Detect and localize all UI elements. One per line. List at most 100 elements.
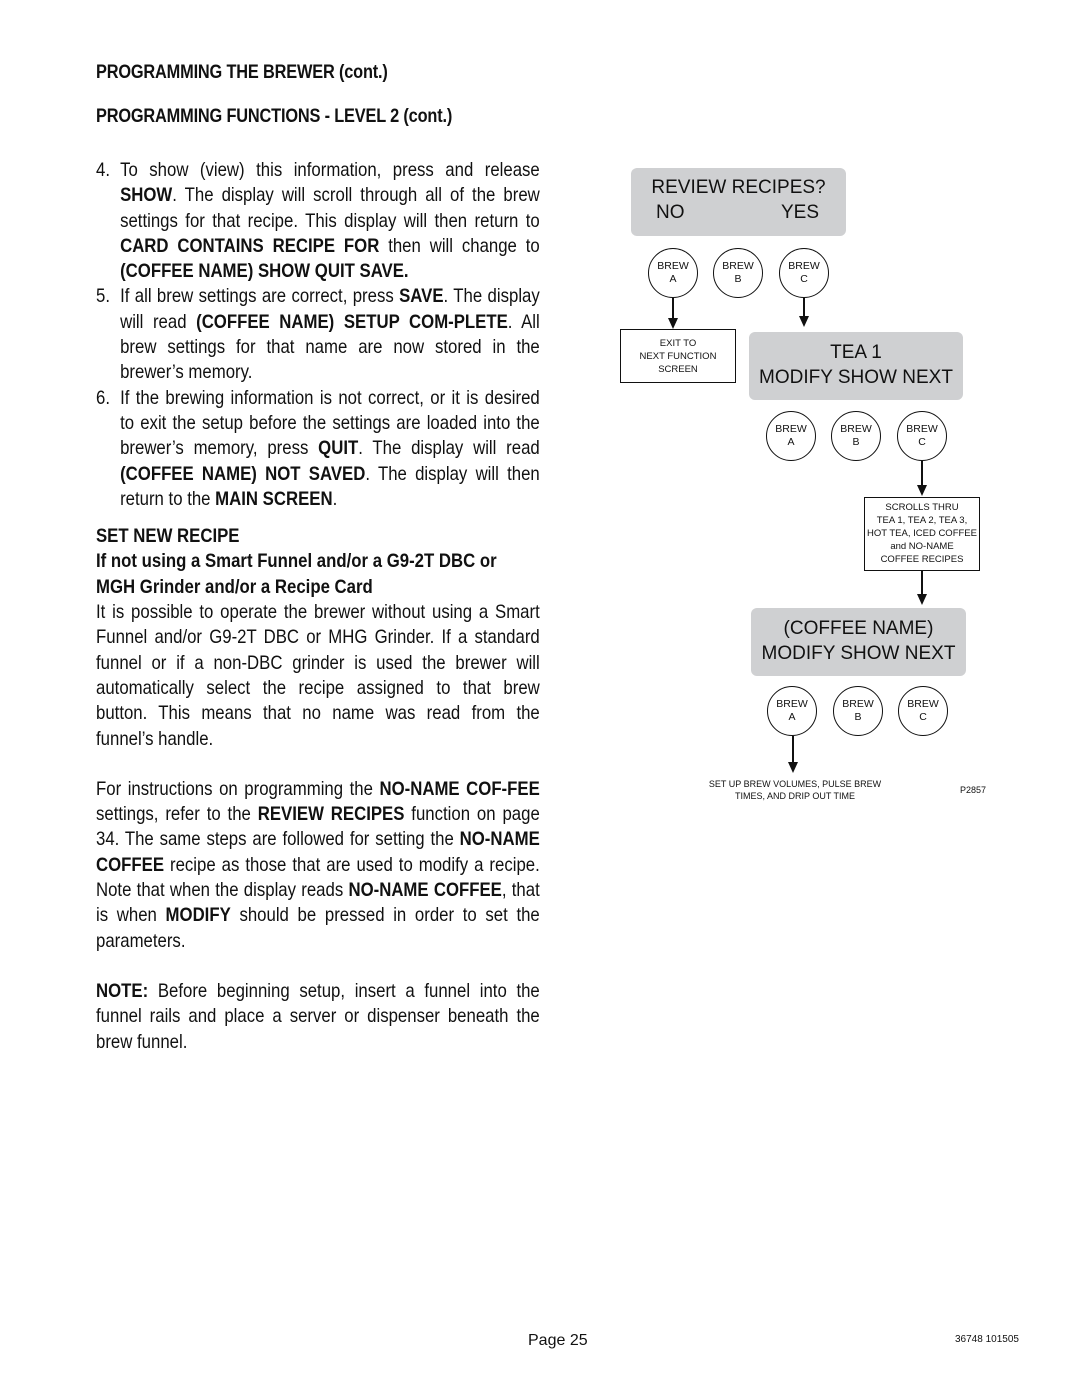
page-number: Page 25 (528, 1332, 588, 1349)
text-run: Before beginning setup, insert a funnel … (96, 979, 540, 1053)
tea-display: TEA 1 MODIFY SHOW NEXT (749, 332, 963, 400)
arrow-down-icon (917, 594, 927, 605)
exit-box-line: SCREEN (658, 364, 698, 375)
brew-a-button[interactable]: BREW A (766, 411, 816, 461)
brew-letter: B (854, 711, 862, 723)
brew-a-button[interactable]: BREW A (767, 686, 817, 736)
bold-term: NOTE: (96, 979, 149, 1002)
bold-term: SAVE (399, 285, 444, 308)
brew-b-button[interactable]: BREW B (831, 411, 881, 461)
step-number: 6. (96, 386, 110, 409)
text-run: . The display will read (358, 437, 540, 460)
no-name-coffee-paragraph: For instructions on programming the NO-N… (96, 777, 540, 954)
bold-term: NO-NAME COF-FEE (379, 777, 540, 800)
note-paragraph: NOTE: Before beginning setup, insert a f… (96, 979, 540, 1055)
tea-display-line2: MODIFY SHOW NEXT (759, 367, 953, 388)
text-run: settings, refer to the (96, 803, 258, 826)
step-text: To show (view) this information, press a… (120, 159, 540, 282)
scroll-box-line: and NO-NAME (890, 541, 954, 552)
brew-letter: B (852, 436, 860, 448)
exit-box-line: EXIT TO (659, 338, 697, 349)
arrow-down-icon (799, 316, 809, 327)
yes-option: YES (781, 202, 820, 223)
bold-term: MAIN SCREEN (215, 487, 333, 510)
step-4: 4. To show (view) this information, pres… (96, 158, 540, 284)
brew-label: BREW (788, 260, 820, 272)
brew-b-button[interactable]: BREW B (833, 686, 883, 736)
brew-letter: A (669, 273, 677, 285)
brew-a-button[interactable]: BREW A (648, 248, 698, 298)
arrow-line (672, 298, 674, 320)
scroll-box-line: COFFEE RECIPES (880, 554, 964, 565)
bold-term: NO-NAME COFFEE (348, 879, 502, 902)
brew-b-button[interactable]: BREW B (713, 248, 763, 298)
text-run: then will change to (379, 234, 540, 257)
bold-term: (COFFEE NAME) NOT SAVED (120, 462, 366, 485)
brew-letter: B (734, 273, 742, 285)
scroll-box-line: HOT TEA, ICED COFFEE (867, 528, 977, 539)
coffee-display-line1: (COFFEE NAME) (783, 618, 934, 639)
brew-label: BREW (840, 423, 872, 435)
step-number: 5. (96, 285, 110, 308)
setup-note-line: TIMES, AND DRIP OUT TIME (734, 791, 856, 801)
scroll-box-line: TEA 1, TEA 2, TEA 3, (876, 515, 968, 526)
bold-term: QUIT (318, 437, 359, 460)
scroll-box-line: SCROLLS THRU (885, 502, 959, 513)
exit-box-line: NEXT FUNCTION (639, 351, 717, 362)
set-new-recipe-paragraph: It is possible to operate the brewer wit… (96, 601, 540, 750)
brew-c-button[interactable]: BREW C (779, 248, 829, 298)
coffee-name-display: (COFFEE NAME) MODIFY SHOW NEXT (751, 608, 966, 676)
text-run: For instructions on programming the (96, 777, 380, 800)
arrow-line (792, 736, 794, 764)
step-number: 4. (96, 159, 110, 181)
setup-note-line: SET UP BREW VOLUMES, PULSE BREW (708, 779, 882, 789)
bold-term: CARD CONTAINS RECIPE FOR (120, 234, 380, 257)
brew-c-button[interactable]: BREW C (898, 686, 948, 736)
section-title: PROGRAMMING THE BREWER (cont.) (96, 62, 388, 83)
brew-letter: C (800, 273, 808, 285)
brew-label: BREW (776, 698, 808, 710)
text-run: . (332, 487, 338, 510)
brew-label: BREW (842, 698, 874, 710)
set-new-recipe-heading: SET NEW RECIPE (96, 525, 240, 548)
review-recipes-display: REVIEW RECIPES? NO YES (631, 168, 846, 236)
bold-term: REVIEW RECIPES (257, 803, 405, 826)
step-5: 5. If all brew settings are correct, pre… (96, 284, 540, 385)
bold-term: (COFFEE NAME) SHOW QUIT SAVE. (120, 260, 409, 283)
brew-label: BREW (907, 698, 939, 710)
text-run: To show (view) this information, press a… (120, 159, 540, 181)
no-option: NO (656, 202, 685, 223)
bold-term: MODIFY (165, 904, 231, 927)
arrow-down-icon (668, 318, 678, 329)
review-recipes-label: REVIEW RECIPES? (651, 177, 826, 198)
section-subtitle: PROGRAMMING FUNCTIONS - LEVEL 2 (cont.) (96, 106, 453, 127)
set-new-recipe-subheading: If not using a Smart Funnel and/or a G9-… (96, 550, 497, 598)
arrow-line (921, 571, 923, 596)
text-body: 4. To show (view) this information, pres… (96, 158, 540, 1055)
figure-id: P2857 (960, 785, 987, 795)
tea-display-line1: TEA 1 (830, 342, 882, 363)
scrolls-thru-box: SCROLLS THRU TEA 1, TEA 2, TEA 3, HOT TE… (864, 497, 980, 571)
brew-letter: A (787, 436, 795, 448)
brew-c-button[interactable]: BREW C (897, 411, 947, 461)
step-6: 6. If the brewing information is not cor… (96, 386, 540, 512)
arrow-down-icon (788, 762, 798, 773)
arrow-line (803, 298, 805, 318)
coffee-display-line2: MODIFY SHOW NEXT (761, 643, 956, 664)
brew-label: BREW (657, 260, 689, 272)
step-text: If the brewing information is not correc… (120, 387, 540, 510)
bold-term: SHOW (120, 184, 173, 207)
step-text: If all brew settings are correct, press … (120, 285, 540, 383)
brew-letter: A (788, 711, 796, 723)
text-run: If all brew settings are correct, press (120, 285, 400, 308)
text-run: . The display will scroll through all of… (120, 184, 540, 232)
setup-note: SET UP BREW VOLUMES, PULSE BREW TIMES, A… (690, 778, 900, 802)
brew-label: BREW (906, 423, 938, 435)
brew-letter: C (918, 436, 926, 448)
text-column: 4. To show (view) this information, pres… (96, 158, 540, 1055)
brew-letter: C (919, 711, 927, 723)
brew-label: BREW (775, 423, 807, 435)
exit-function-box: EXIT TO NEXT FUNCTION SCREEN (620, 329, 736, 383)
bold-term: (COFFEE NAME) SETUP COM-PLETE (196, 310, 508, 333)
arrow-down-icon (917, 485, 927, 496)
